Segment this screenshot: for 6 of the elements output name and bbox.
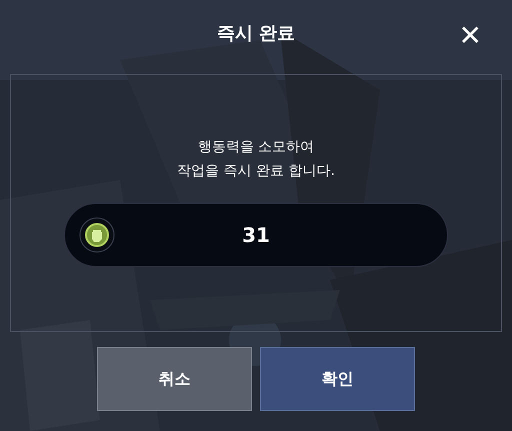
message-text: 행동력을 소모하여 작업을 즉시 완료 합니다. <box>177 138 335 181</box>
close-button[interactable]: ✕ <box>458 22 482 50</box>
confirm-button[interactable]: 확인 <box>260 347 415 411</box>
cost-amount: 31 <box>241 222 271 249</box>
cancel-button[interactable]: 취소 <box>97 347 252 411</box>
dialog-title: 즉시 완료 <box>216 22 296 46</box>
